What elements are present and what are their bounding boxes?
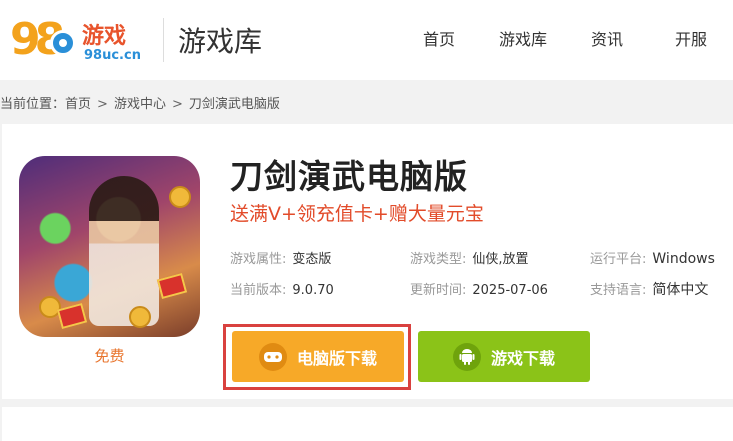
android-icon — [452, 342, 481, 371]
info-row: 当前版本: 9.0.70 更新时间: 2025-07-06 支持语言: 简体中文 — [230, 279, 733, 303]
cover-red-envelope-icon — [56, 302, 88, 330]
nav-news[interactable]: 资讯 — [565, 0, 649, 80]
info-value: 变态版 — [292, 252, 332, 267]
price-label: 免费 — [94, 347, 125, 365]
game-promo: 送满V+领充值卡+赠大量元宝 — [230, 203, 484, 225]
info-language: 支持语言: 简体中文 — [590, 279, 733, 303]
info-key: 支持语言: — [590, 283, 647, 298]
header-divider — [163, 18, 164, 62]
breadcrumb-separator: > — [97, 97, 108, 112]
breadcrumb-item-game-center[interactable]: 游戏中心 — [114, 93, 166, 112]
nav-home[interactable]: 首页 — [397, 0, 481, 80]
info-key: 当前版本: — [230, 283, 287, 298]
site-title[interactable]: 游戏库 — [178, 20, 262, 60]
breadcrumb-item-home[interactable]: 首页 — [65, 93, 91, 112]
game-title: 刀剑演武电脑版 — [230, 157, 468, 196]
mobile-download-label: 游戏下载 — [490, 348, 555, 368]
next-section — [2, 407, 733, 441]
cover-coin-icon — [129, 306, 151, 328]
info-key: 游戏属性: — [230, 252, 287, 267]
info-platform: 运行平台: Windows — [590, 248, 733, 272]
gamepad-icon — [258, 342, 287, 371]
info-key: 更新时间: — [410, 283, 467, 298]
site-header: 98 游戏 98uc.cn 游戏库 首页 游戏库 资讯 开服 — [0, 0, 733, 80]
nav-game-library[interactable]: 游戏库 — [481, 0, 565, 80]
breadcrumb-item-current[interactable]: 刀剑演武电脑版 — [189, 93, 280, 112]
mobile-download-button[interactable]: 游戏下载 — [418, 331, 590, 382]
logo-eye-icon — [50, 30, 76, 56]
logo-domain: 98uc.cn — [84, 48, 141, 63]
breadcrumb-prefix: 当前位置： — [0, 97, 66, 112]
info-value: 2025-07-06 — [472, 283, 548, 298]
breadcrumb-separator: > — [171, 97, 183, 112]
logo-text: 游戏 — [82, 24, 127, 49]
info-key: 游戏类型: — [410, 252, 467, 267]
info-update-time: 更新时间: 2025-07-06 — [410, 279, 590, 303]
info-value: 仙侠,放置 — [472, 252, 529, 267]
info-value: 简体中文 — [652, 282, 709, 298]
pc-download-button[interactable]: 电脑版下载 — [232, 331, 404, 382]
main-nav: 首页 游戏库 资讯 开服 — [397, 0, 733, 80]
cover-character — [89, 176, 159, 326]
site-logo[interactable]: 98 游戏 98uc.cn — [10, 10, 150, 68]
info-value: Windows — [652, 251, 715, 267]
pc-download-label: 电脑版下载 — [296, 348, 377, 368]
info-key: 运行平台: — [590, 252, 647, 267]
cover-red-envelope-icon — [156, 272, 188, 300]
info-genre: 游戏类型: 仙侠,放置 — [410, 248, 590, 272]
cover-coin-icon — [169, 186, 191, 208]
game-cover-image[interactable] — [19, 156, 200, 337]
info-value: 9.0.70 — [292, 283, 334, 298]
nav-server-open[interactable]: 开服 — [649, 0, 733, 80]
info-attribute: 游戏属性: 变态版 — [230, 248, 410, 272]
info-row: 游戏属性: 变态版 游戏类型: 仙侠,放置 运行平台: Windows — [230, 248, 733, 272]
info-version: 当前版本: 9.0.70 — [230, 279, 410, 303]
breadcrumb: 当前位置：首页 > 游戏中心 > 刀剑演武电脑版 — [0, 93, 280, 113]
